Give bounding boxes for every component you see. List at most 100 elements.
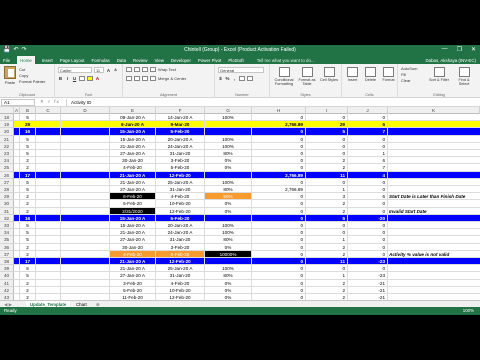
find-select-button[interactable]: Find & Select <box>453 67 475 86</box>
name-box[interactable]: A1 <box>1 99 35 106</box>
table-cell[interactable]: 5 <box>20 142 36 150</box>
tab-review[interactable]: Review <box>133 58 147 63</box>
table-cell[interactable]: 0 <box>306 222 348 230</box>
annotation-cell[interactable] <box>388 179 480 186</box>
table-cell[interactable]: 5 <box>20 222 36 230</box>
italic-button[interactable]: I <box>65 76 70 81</box>
sort-filter-button[interactable]: Sort & Filter <box>428 67 450 82</box>
table-cell[interactable] <box>205 214 252 222</box>
table-cell[interactable]: 2 <box>20 193 36 201</box>
table-cell[interactable]: 5 <box>20 236 36 244</box>
column-header-b[interactable]: B <box>20 107 36 114</box>
borders-icon[interactable] <box>79 76 85 81</box>
table-cell[interactable] <box>36 207 61 215</box>
table-cell[interactable]: 0 <box>252 243 306 251</box>
table-cell[interactable] <box>36 164 61 172</box>
table-cell[interactable]: 0 <box>252 150 306 158</box>
table-cell[interactable]: 6 <box>348 121 388 129</box>
table-cell[interactable]: 2 <box>306 250 348 258</box>
table-cell[interactable] <box>61 222 110 230</box>
formula-buttons[interactable]: ✕ ✓ fx <box>40 99 60 105</box>
table-cell[interactable] <box>61 214 110 222</box>
table-cell[interactable] <box>205 258 252 266</box>
row-number[interactable]: 35 <box>0 236 14 244</box>
table-cell[interactable]: 0 <box>252 142 306 150</box>
percent-icon[interactable]: % <box>225 76 230 81</box>
table-cell[interactable]: 25-Jan-20 A <box>156 265 205 273</box>
table-cell[interactable]: 5-Feb-20 <box>156 128 205 136</box>
table-cell[interactable]: 29 <box>20 121 36 129</box>
table-cell[interactable]: -20 <box>348 214 388 222</box>
row-number[interactable]: 20 <box>0 128 14 136</box>
comma-icon[interactable]: , <box>232 76 237 81</box>
table-cell[interactable]: 16 <box>20 214 36 222</box>
table-cell[interactable]: 0 <box>348 250 388 258</box>
row-number[interactable]: 30 <box>0 200 14 208</box>
table-cell[interactable]: 5 <box>20 229 36 237</box>
table-cell[interactable]: 15-Jan-20 A <box>110 135 156 143</box>
row-number[interactable]: 42 <box>0 286 14 294</box>
annotation-cell[interactable] <box>388 171 480 179</box>
row-number[interactable]: 32 <box>0 214 14 222</box>
tab-view[interactable]: View <box>154 58 163 63</box>
table-cell[interactable] <box>61 128 110 136</box>
table-cell[interactable]: 20-Jan-20 A <box>156 222 205 230</box>
tab-formulas[interactable]: Formulas <box>91 58 109 63</box>
table-cell[interactable]: 5 <box>20 150 36 158</box>
table-cell[interactable]: 09-Jan-20 A <box>110 114 156 122</box>
table-cell[interactable] <box>36 121 61 129</box>
table-cell[interactable]: 0 <box>348 265 388 273</box>
table-cell[interactable]: 27-Jan-20 A <box>110 186 156 194</box>
annotation-cell[interactable] <box>388 150 480 158</box>
table-cell[interactable]: 100% <box>205 178 252 186</box>
table-cell[interactable]: -21 <box>348 279 388 287</box>
table-cell[interactable] <box>61 286 110 294</box>
fill-color-icon[interactable] <box>87 76 93 81</box>
conditional-formatting-button[interactable]: Conditional Formatting <box>272 67 296 86</box>
tell-me-search[interactable]: Tell me what you want to do... <box>257 58 315 63</box>
table-cell[interactable]: 0 <box>348 114 388 122</box>
table-cell[interactable]: 3-Feb-20 <box>156 243 205 251</box>
table-cell[interactable] <box>36 142 61 150</box>
table-cell[interactable]: 0 <box>306 178 348 186</box>
align-top-icon[interactable] <box>126 67 132 72</box>
annotation-cell[interactable] <box>388 244 480 251</box>
row-number[interactable]: 25 <box>0 164 14 172</box>
table-cell[interactable]: 5-Feb-20 <box>156 214 205 222</box>
table-cell[interactable]: 0% <box>205 157 252 165</box>
table-cell[interactable]: 4-Feb-20 <box>156 279 205 287</box>
table-cell[interactable]: 5 <box>20 186 36 194</box>
paste-button[interactable]: Paste <box>3 66 17 88</box>
table-cell[interactable]: 12-Feb-20 <box>156 207 205 215</box>
table-cell[interactable]: 2,766.89 <box>252 186 306 194</box>
table-cell[interactable]: 2 <box>20 286 36 294</box>
row-number[interactable]: 33 <box>0 222 14 230</box>
annotation-cell[interactable] <box>388 186 480 194</box>
annotation-cell[interactable]: Invalid Start Date <box>388 208 480 215</box>
annotation-cell[interactable] <box>388 280 480 287</box>
table-cell[interactable]: 2 <box>20 157 36 165</box>
table-cell[interactable]: 2 <box>306 157 348 165</box>
table-cell[interactable]: 5-Feb-20 <box>110 286 156 294</box>
table-cell[interactable]: 0 <box>252 164 306 172</box>
grow-font-icon[interactable]: A <box>106 68 111 73</box>
table-cell[interactable]: 31-Jan-20 <box>156 236 205 244</box>
table-cell[interactable] <box>61 258 110 266</box>
table-cell[interactable]: 2 <box>306 200 348 208</box>
zoom-level[interactable]: 100% <box>463 307 474 315</box>
annotation-cell[interactable] <box>388 236 480 244</box>
table-cell[interactable] <box>61 114 110 122</box>
table-cell[interactable]: 0 <box>252 229 306 237</box>
table-cell[interactable] <box>36 186 61 194</box>
table-cell[interactable]: 0 <box>306 150 348 158</box>
decrease-decimal-icon[interactable] <box>247 76 253 81</box>
cell-styles-button[interactable]: Cell Styles <box>318 67 340 82</box>
table-cell[interactable] <box>36 135 61 143</box>
table-cell[interactable]: 31-Jan-20 <box>156 186 205 194</box>
select-all-corner[interactable] <box>0 107 14 114</box>
annotation-cell[interactable] <box>388 164 480 172</box>
table-cell[interactable]: 16 <box>20 128 36 136</box>
indent-icon[interactable] <box>150 76 156 81</box>
table-cell[interactable]: 0 <box>252 200 306 208</box>
table-cell[interactable] <box>61 142 110 150</box>
